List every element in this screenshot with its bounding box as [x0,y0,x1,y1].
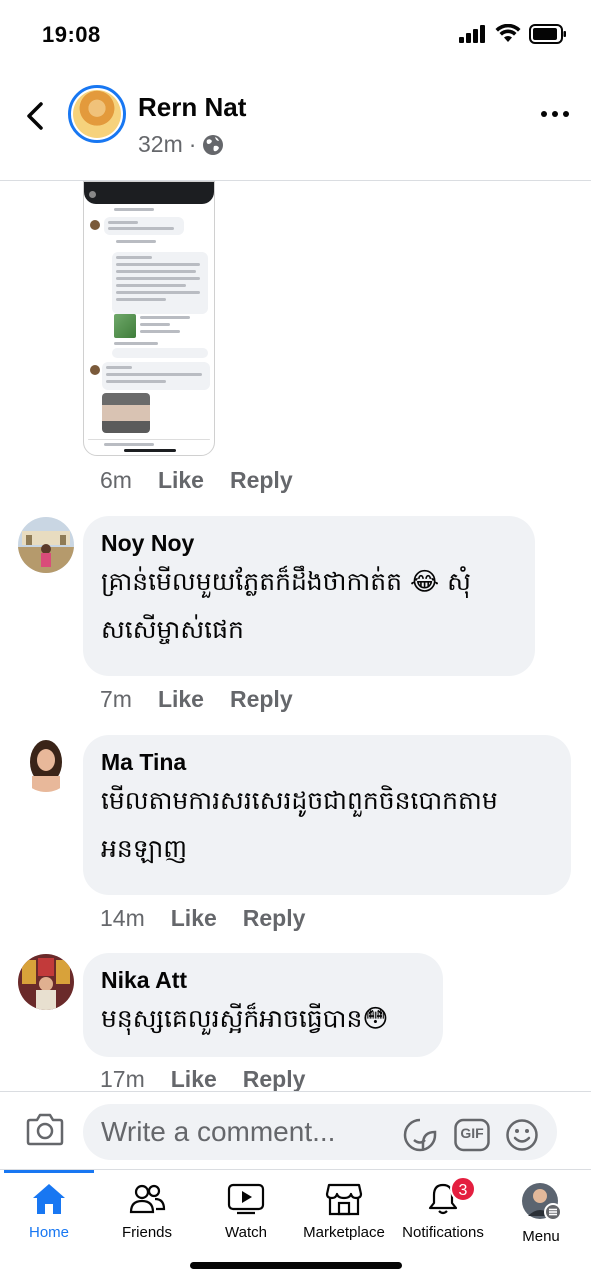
avatar-photo-icon [18,517,74,573]
status-icons [459,24,567,44]
sticker-icon [403,1118,437,1152]
tab-label: Menu [522,1228,560,1245]
gif-label: GIF [460,1125,484,1141]
commenter-avatar[interactable] [18,736,74,792]
sticker-button[interactable] [403,1118,437,1152]
like-button[interactable]: Like [158,467,204,494]
author-name[interactable]: Rern Nat [138,92,246,123]
comment-time[interactable]: 17m [100,1066,145,1091]
dot-icon [563,111,569,117]
reply-button[interactable]: Reply [243,905,306,932]
comment-text: មើលតាមការសរសេរដូចជាពួកចិនបោកតាម អនឡាញ [101,777,553,873]
meta-separator: · [188,131,197,157]
tab-label: Home [28,1224,69,1241]
back-button[interactable] [20,96,50,136]
emoji-icon [506,1119,538,1151]
comment-meta-row: 6m Like Reply [100,467,293,494]
comment-text-line: អនឡាញ [101,834,188,863]
marketplace-icon [325,1183,363,1216]
tab-friends[interactable]: Friends [98,1182,196,1254]
active-tab-indicator [4,1170,94,1173]
reply-button[interactable]: Reply [230,467,293,494]
comment-text-line: សសើម្ចាស់ផេក [101,615,244,644]
battery-icon [529,24,566,44]
commenter-name[interactable]: Ma Tina [101,747,553,777]
comment-text-line: មនុស្សគេលួរស្អីក៏អាចធ្វើបាន😳 [101,1004,389,1033]
comment-text: មនុស្សគេលួរស្អីក៏អាចធ្វើបាន😳 [101,995,425,1043]
comment-text-line: មើលតាមការសរសេរដូចជាពួកចិនបោកតាម [101,786,498,815]
more-options-button[interactable] [541,106,569,122]
tab-menu[interactable]: Menu [492,1182,590,1254]
commenter-name[interactable]: Noy Noy [101,528,517,558]
menu-avatar-icon [522,1183,562,1220]
comment-meta-row: 7m Like Reply [100,686,293,713]
comment-text-line: គ្រាន់មើលមួយភ្លែតក៏ដឹងថាកាត់ត 😂 សុំ [101,567,471,596]
emoji-button[interactable] [505,1118,539,1152]
comment-meta-row: 17m Like Reply [100,1066,305,1091]
post-header: Rern Nat 32m · [0,70,591,181]
camera-button[interactable] [26,1112,64,1146]
post-age[interactable]: 32m [138,131,183,158]
tab-marketplace[interactable]: Marketplace [295,1182,393,1254]
comment-bubble[interactable]: Ma Tina មើលតាមការសរសេរដូចជាពួកចិនបោកតាម … [83,735,571,895]
author-avatar[interactable] [68,85,126,143]
comment-bubble[interactable]: Noy Noy គ្រាន់មើលមួយភ្លែតក៏ដឹងថាកាត់ត 😂 … [83,516,535,676]
avatar-photo-icon [18,954,74,1010]
tab-home[interactable]: Home [0,1182,98,1254]
chevron-left-icon [27,102,43,130]
like-button[interactable]: Like [171,905,217,932]
comment-bubble[interactable]: Nika Att មនុស្សគេលួរស្អីក៏អាចធ្វើបាន😳 [83,953,443,1057]
tab-notifications[interactable]: 3 Notifications [394,1176,492,1254]
notification-badge: 3 [450,1176,476,1202]
home-indicator[interactable] [190,1262,402,1269]
tab-label: Notifications [402,1224,484,1241]
reply-button[interactable]: Reply [230,686,293,713]
status-time: 19:08 [42,22,101,47]
home-icon [33,1184,65,1214]
status-bar: 19:08 [0,0,591,70]
tab-label: Watch [225,1224,267,1241]
tab-label: Friends [121,1224,173,1241]
comment-time[interactable]: 7m [100,686,132,713]
dot-icon [552,111,558,117]
globe-icon [203,134,224,155]
comment-composer: GIF [0,1091,591,1169]
dot-icon [541,111,547,117]
like-button[interactable]: Like [171,1066,217,1091]
friends-icon [129,1184,166,1214]
tab-watch[interactable]: Watch [197,1182,295,1254]
commenter-avatar[interactable] [18,954,74,1010]
comment-time[interactable]: 14m [100,905,145,932]
watch-icon [227,1183,265,1215]
avatar-photo-icon [18,736,74,792]
camera-icon [26,1113,64,1146]
comment-time[interactable]: 6m [100,467,132,494]
gif-button[interactable]: GIF [454,1118,490,1152]
signal-icon [459,25,485,43]
reply-button[interactable]: Reply [243,1066,306,1091]
wifi-icon [495,24,521,42]
commenter-avatar[interactable] [18,517,74,573]
comment-attached-image[interactable] [83,181,215,456]
post-meta: 32m · [138,131,224,158]
comment-text: គ្រាន់មើលមួយភ្លែតក៏ដឹងថាកាត់ត 😂 សុំ សសើម… [101,558,517,654]
commenter-name[interactable]: Nika Att [101,965,425,995]
comment-meta-row: 14m Like Reply [100,905,305,932]
tab-label: Marketplace [303,1224,385,1241]
like-button[interactable]: Like [158,686,204,713]
comments-list[interactable]: 6m Like Reply Noy Noy គ្រាន់មើលមួយភ្លែតក… [0,181,591,1091]
